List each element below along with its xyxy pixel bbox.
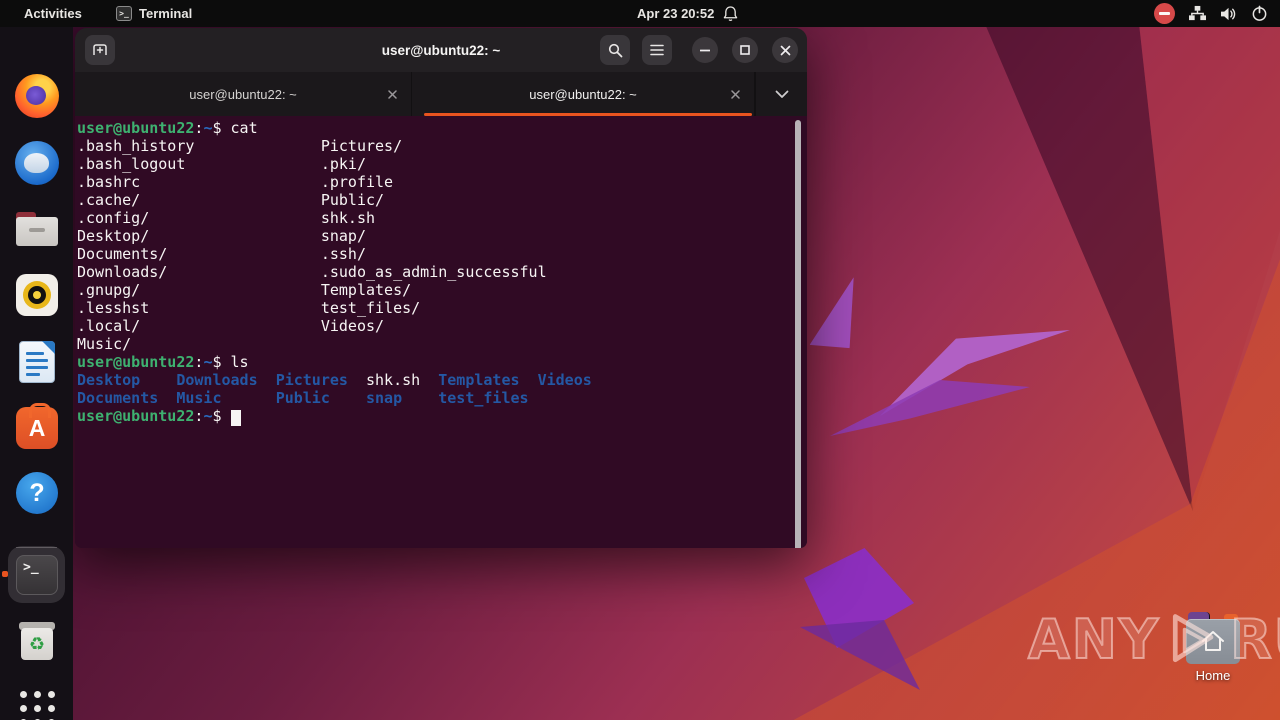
terminal-line: .gnupg/ Templates/ (77, 281, 412, 299)
rhythmbox-icon[interactable] (13, 271, 61, 319)
terminal-icon[interactable]: >_ (13, 551, 61, 599)
terminal-app-icon: >_ (116, 6, 132, 21)
files-icon[interactable] (13, 205, 61, 253)
wallpaper-shape (830, 380, 1030, 436)
terminal-line: .bash_logout .pki/ (77, 155, 366, 173)
tab-1-close-button[interactable] (383, 85, 401, 103)
terminal-line: .config/ shk.sh (77, 209, 376, 227)
close-icon (387, 89, 397, 99)
activities-button[interactable]: Activities (18, 0, 88, 27)
libreoffice-writer-icon[interactable] (13, 338, 61, 386)
maximize-button[interactable] (732, 37, 758, 63)
bell-icon (724, 5, 738, 21)
tab-list-dropdown-button[interactable] (755, 72, 807, 116)
terminal-line: Documents Music Public snap test_files (77, 389, 529, 407)
record-indicator-icon[interactable] (1154, 3, 1175, 24)
firefox-icon[interactable] (13, 72, 61, 120)
terminal-cursor (230, 410, 241, 426)
terminal-line: user@ubuntu22:~$ cat (77, 119, 258, 137)
volume-icon[interactable] (1220, 6, 1238, 22)
help-icon[interactable]: ? (13, 469, 61, 517)
desktop-icon-label: Home (1195, 668, 1231, 683)
terminal-line: Desktop/ snap/ (77, 227, 366, 245)
thunderbird-icon[interactable] (13, 139, 61, 187)
system-status-area[interactable] (1154, 0, 1268, 27)
close-button[interactable] (772, 37, 798, 63)
terminal-line: .cache/ Public/ (77, 191, 385, 209)
tab-1[interactable]: user@ubuntu22: ~ (75, 72, 412, 116)
terminal-line: user@ubuntu22:~$ (77, 407, 807, 426)
focused-app-menu[interactable]: >_ Terminal (116, 0, 192, 27)
terminal-line: .bash_history Pictures/ (77, 137, 403, 155)
new-tab-button[interactable] (85, 35, 115, 65)
ubuntu-software-icon[interactable]: A (13, 403, 61, 452)
menu-button[interactable] (642, 35, 672, 65)
chevron-down-icon (775, 90, 788, 98)
tab-1-label: user@ubuntu22: ~ (189, 86, 297, 102)
running-app-indicator (2, 571, 8, 577)
hamburger-menu-icon (650, 44, 664, 56)
terminal-line: Music/ (77, 335, 132, 353)
search-icon (608, 43, 622, 57)
tab-bar: user@ubuntu22: ~ user@ubuntu22: ~ (75, 72, 807, 116)
terminal-line: .bashrc .profile (77, 173, 394, 191)
desktop-icon-home[interactable]: Home (1184, 612, 1242, 683)
tab-2-close-button[interactable] (726, 85, 744, 103)
clock-button[interactable]: Apr 23 20:52 (637, 0, 738, 27)
terminal-window: user@ubuntu22: ~ user@ubuntu22: ~ user@u… (75, 28, 807, 548)
terminal-titlebar[interactable]: user@ubuntu22: ~ (75, 28, 807, 72)
tab-2-label: user@ubuntu22: ~ (529, 86, 637, 102)
minimize-button[interactable] (692, 37, 718, 63)
dock: A ? >_ ♻ (0, 27, 73, 720)
terminal-line: user@ubuntu22:~$ ls (77, 353, 249, 371)
focused-app-name: Terminal (139, 6, 193, 21)
new-tab-icon (93, 44, 107, 55)
terminal-line: .local/ Videos/ (77, 317, 385, 335)
gnome-top-bar: Activities >_ Terminal Apr 23 20:52 (0, 0, 1280, 27)
show-apps-icon[interactable] (13, 684, 61, 720)
search-button[interactable] (600, 35, 630, 65)
terminal-line: Documents/ .ssh/ (77, 245, 366, 263)
terminal-scrollbar[interactable] (795, 120, 801, 548)
power-icon[interactable] (1251, 5, 1268, 22)
terminal-line: Downloads/ .sudo_as_admin_successful (77, 263, 547, 281)
maximize-icon (740, 45, 750, 55)
terminal-line: Desktop Downloads Pictures shk.sh Templa… (77, 371, 592, 389)
minimize-icon (700, 49, 710, 51)
terminal-output[interactable]: user@ubuntu22:~$ cat .bash_history Pictur… (75, 116, 807, 548)
house-icon (1202, 631, 1224, 651)
close-icon (730, 89, 740, 99)
trash-icon[interactable]: ♻ (13, 618, 61, 666)
terminal-line: .lesshst test_files/ (77, 299, 421, 317)
clock-text: Apr 23 20:52 (637, 6, 715, 21)
wallpaper-shape (800, 620, 920, 690)
home-folder-icon (1186, 612, 1240, 664)
network-icon[interactable] (1188, 5, 1207, 22)
tab-2-active[interactable]: user@ubuntu22: ~ (412, 72, 755, 116)
close-icon (780, 45, 790, 55)
